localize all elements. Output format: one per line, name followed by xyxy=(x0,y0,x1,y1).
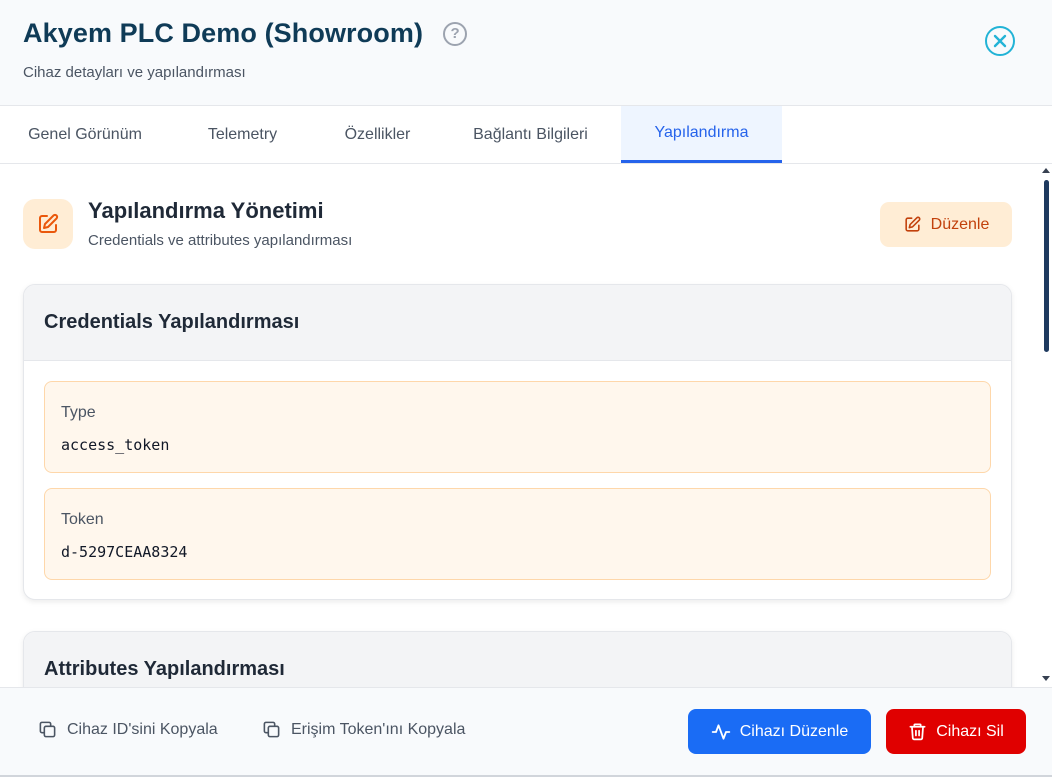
device-subtitle: Cihaz detayları ve yapılandırması xyxy=(23,64,246,81)
configuration-panel[interactable]: Yapılandırma Yönetimi Credentials ve att… xyxy=(0,164,1040,687)
edit-config-label: Düzenle xyxy=(930,215,990,233)
attributes-title: Attributes Yapılandırması xyxy=(44,658,285,680)
attributes-card-header: Attributes Yapılandırması xyxy=(24,632,1011,687)
edit-config-button[interactable]: Düzenle xyxy=(880,202,1012,247)
copy-device-id-button[interactable]: Cihaz ID'sini Kopyala xyxy=(38,720,218,739)
field-value: access_token xyxy=(61,436,170,454)
edit-device-label: Cihazı Düzenle xyxy=(739,722,849,740)
content-scrollbar[interactable] xyxy=(1040,164,1052,687)
credentials-card-header: Credentials Yapılandırması xyxy=(24,285,1011,361)
tab-bar: Genel Görünüm Telemetry Özellikler Bağla… xyxy=(0,106,1052,164)
copy-icon xyxy=(39,721,56,738)
section-title: Yapılandırma Yönetimi xyxy=(88,198,324,223)
copy-device-id-label: Cihaz ID'sini Kopyala xyxy=(67,720,218,738)
activity-icon xyxy=(711,723,730,740)
help-icon[interactable]: ? xyxy=(443,21,468,46)
dialog-footer: Cihaz ID'sini Kopyala Erişim Token'ını K… xyxy=(0,687,1052,775)
tab-label: Genel Görünüm xyxy=(28,125,142,143)
credentials-card: Credentials Yapılandırması Type access_t… xyxy=(23,284,1012,600)
device-title: Akyem PLC Demo (Showroom) xyxy=(23,18,424,48)
section-subtitle: Credentials ve attributes yapılandırması xyxy=(88,232,353,249)
delete-device-label: Cihazı Sil xyxy=(936,722,1004,740)
tab-label: Bağlantı Bilgileri xyxy=(473,125,588,143)
title-row: Akyem PLC Demo (Showroom) ? xyxy=(23,18,468,49)
scroll-thumb[interactable] xyxy=(1044,180,1049,352)
close-icon xyxy=(993,34,1007,48)
tab-features[interactable]: Özellikler xyxy=(315,106,440,163)
dialog-header: Akyem PLC Demo (Showroom) ? Cihaz detayl… xyxy=(0,0,1052,106)
scroll-down-arrow[interactable] xyxy=(1042,676,1050,681)
copy-icon xyxy=(263,721,280,738)
delete-device-button[interactable]: Cihazı Sil xyxy=(886,709,1026,754)
credential-field-type: Type access_token xyxy=(44,381,991,473)
tab-label: Özellikler xyxy=(344,125,411,143)
tab-telemetry[interactable]: Telemetry xyxy=(170,106,315,163)
attributes-card: Attributes Yapılandırması xyxy=(23,631,1012,687)
field-label: Type xyxy=(61,404,96,421)
field-value: d-5297CEAA8324 xyxy=(61,543,188,561)
copy-token-label: Erişim Token'ını Kopyala xyxy=(291,720,466,738)
section-icon-box xyxy=(23,199,73,249)
edit-device-button[interactable]: Cihazı Düzenle xyxy=(688,709,871,754)
credential-field-token: Token d-5297CEAA8324 xyxy=(44,488,991,580)
tab-label: Telemetry xyxy=(207,125,278,143)
scroll-up-arrow[interactable] xyxy=(1042,168,1050,173)
field-label: Token xyxy=(61,511,104,528)
tab-configuration[interactable]: Yapılandırma xyxy=(621,106,782,163)
close-button[interactable] xyxy=(985,26,1015,56)
tab-label: Yapılandırma xyxy=(654,124,749,141)
tab-general[interactable]: Genel Görünüm xyxy=(0,106,170,163)
pencil-square-icon xyxy=(39,213,59,233)
copy-token-button[interactable]: Erişim Token'ını Kopyala xyxy=(262,720,465,739)
trash-icon xyxy=(909,723,926,741)
pencil-square-icon xyxy=(905,216,921,232)
tab-connection-info[interactable]: Bağlantı Bilgileri xyxy=(440,106,621,163)
credentials-title: Credentials Yapılandırması xyxy=(44,311,300,333)
